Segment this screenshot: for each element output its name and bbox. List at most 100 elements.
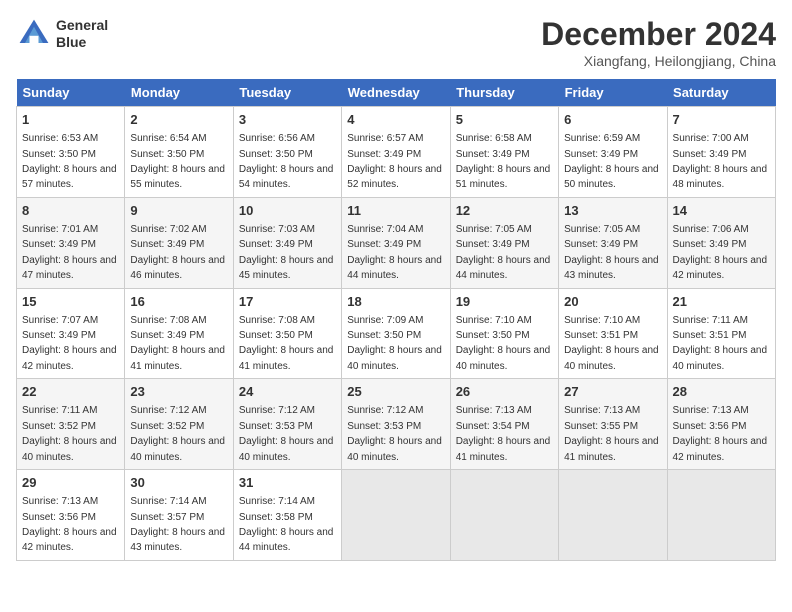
day-number: 1 (22, 111, 119, 129)
day-info: Sunrise: 7:02 AM Sunset: 3:49 PM Dayligh… (130, 224, 225, 281)
title-block: December 2024 Xiangfang, Heilongjiang, C… (541, 16, 776, 69)
logo-text: General Blue (56, 17, 108, 51)
day-info: Sunrise: 7:04 AM Sunset: 3:49 PM Dayligh… (347, 224, 442, 281)
day-number: 11 (347, 202, 444, 220)
day-number: 27 (564, 383, 661, 401)
day-info: Sunrise: 6:58 AM Sunset: 3:49 PM Dayligh… (456, 133, 551, 190)
day-number: 17 (239, 293, 336, 311)
day-info: Sunrise: 7:08 AM Sunset: 3:49 PM Dayligh… (130, 315, 225, 372)
day-info: Sunrise: 7:10 AM Sunset: 3:50 PM Dayligh… (456, 315, 551, 372)
logo: General Blue (16, 16, 108, 52)
calendar-week-2: 8 Sunrise: 7:01 AM Sunset: 3:49 PM Dayli… (17, 197, 776, 288)
day-number: 15 (22, 293, 119, 311)
calendar-cell (450, 470, 558, 561)
day-info: Sunrise: 7:14 AM Sunset: 3:58 PM Dayligh… (239, 496, 334, 553)
location: Xiangfang, Heilongjiang, China (541, 53, 776, 69)
day-number: 29 (22, 474, 119, 492)
day-info: Sunrise: 7:05 AM Sunset: 3:49 PM Dayligh… (564, 224, 659, 281)
day-number: 16 (130, 293, 227, 311)
day-number: 22 (22, 383, 119, 401)
weekday-header-sunday: Sunday (17, 79, 125, 107)
day-number: 13 (564, 202, 661, 220)
day-info: Sunrise: 7:08 AM Sunset: 3:50 PM Dayligh… (239, 315, 334, 372)
calendar-cell: 28 Sunrise: 7:13 AM Sunset: 3:56 PM Dayl… (667, 379, 775, 470)
calendar-cell: 1 Sunrise: 6:53 AM Sunset: 3:50 PM Dayli… (17, 107, 125, 198)
calendar-table: SundayMondayTuesdayWednesdayThursdayFrid… (16, 79, 776, 561)
day-info: Sunrise: 7:01 AM Sunset: 3:49 PM Dayligh… (22, 224, 117, 281)
day-info: Sunrise: 7:06 AM Sunset: 3:49 PM Dayligh… (673, 224, 768, 281)
day-info: Sunrise: 6:57 AM Sunset: 3:49 PM Dayligh… (347, 133, 442, 190)
calendar-cell: 29 Sunrise: 7:13 AM Sunset: 3:56 PM Dayl… (17, 470, 125, 561)
calendar-cell: 26 Sunrise: 7:13 AM Sunset: 3:54 PM Dayl… (450, 379, 558, 470)
calendar-cell: 2 Sunrise: 6:54 AM Sunset: 3:50 PM Dayli… (125, 107, 233, 198)
day-number: 21 (673, 293, 770, 311)
day-number: 7 (673, 111, 770, 129)
calendar-cell: 11 Sunrise: 7:04 AM Sunset: 3:49 PM Dayl… (342, 197, 450, 288)
calendar-cell (667, 470, 775, 561)
day-info: Sunrise: 7:13 AM Sunset: 3:56 PM Dayligh… (673, 405, 768, 462)
calendar-cell: 4 Sunrise: 6:57 AM Sunset: 3:49 PM Dayli… (342, 107, 450, 198)
day-number: 5 (456, 111, 553, 129)
calendar-cell: 22 Sunrise: 7:11 AM Sunset: 3:52 PM Dayl… (17, 379, 125, 470)
calendar-cell: 14 Sunrise: 7:06 AM Sunset: 3:49 PM Dayl… (667, 197, 775, 288)
calendar-cell: 18 Sunrise: 7:09 AM Sunset: 3:50 PM Dayl… (342, 288, 450, 379)
calendar-cell: 13 Sunrise: 7:05 AM Sunset: 3:49 PM Dayl… (559, 197, 667, 288)
day-number: 3 (239, 111, 336, 129)
day-info: Sunrise: 7:11 AM Sunset: 3:51 PM Dayligh… (673, 315, 768, 372)
calendar-cell: 12 Sunrise: 7:05 AM Sunset: 3:49 PM Dayl… (450, 197, 558, 288)
day-info: Sunrise: 6:54 AM Sunset: 3:50 PM Dayligh… (130, 133, 225, 190)
day-number: 23 (130, 383, 227, 401)
calendar-week-3: 15 Sunrise: 7:07 AM Sunset: 3:49 PM Dayl… (17, 288, 776, 379)
day-number: 2 (130, 111, 227, 129)
calendar-cell: 16 Sunrise: 7:08 AM Sunset: 3:49 PM Dayl… (125, 288, 233, 379)
day-info: Sunrise: 7:05 AM Sunset: 3:49 PM Dayligh… (456, 224, 551, 281)
day-number: 9 (130, 202, 227, 220)
day-number: 26 (456, 383, 553, 401)
calendar-cell: 9 Sunrise: 7:02 AM Sunset: 3:49 PM Dayli… (125, 197, 233, 288)
day-number: 10 (239, 202, 336, 220)
calendar-cell: 17 Sunrise: 7:08 AM Sunset: 3:50 PM Dayl… (233, 288, 341, 379)
calendar-cell: 30 Sunrise: 7:14 AM Sunset: 3:57 PM Dayl… (125, 470, 233, 561)
day-info: Sunrise: 7:11 AM Sunset: 3:52 PM Dayligh… (22, 405, 117, 462)
day-info: Sunrise: 7:12 AM Sunset: 3:53 PM Dayligh… (347, 405, 442, 462)
logo-icon (16, 16, 52, 52)
day-number: 18 (347, 293, 444, 311)
weekday-header-tuesday: Tuesday (233, 79, 341, 107)
day-info: Sunrise: 7:13 AM Sunset: 3:54 PM Dayligh… (456, 405, 551, 462)
weekday-header-friday: Friday (559, 79, 667, 107)
weekday-header-thursday: Thursday (450, 79, 558, 107)
day-info: Sunrise: 7:10 AM Sunset: 3:51 PM Dayligh… (564, 315, 659, 372)
day-info: Sunrise: 7:00 AM Sunset: 3:49 PM Dayligh… (673, 133, 768, 190)
day-number: 28 (673, 383, 770, 401)
day-number: 24 (239, 383, 336, 401)
day-info: Sunrise: 6:53 AM Sunset: 3:50 PM Dayligh… (22, 133, 117, 190)
day-info: Sunrise: 7:12 AM Sunset: 3:53 PM Dayligh… (239, 405, 334, 462)
calendar-cell: 20 Sunrise: 7:10 AM Sunset: 3:51 PM Dayl… (559, 288, 667, 379)
calendar-cell (342, 470, 450, 561)
day-info: Sunrise: 7:07 AM Sunset: 3:49 PM Dayligh… (22, 315, 117, 372)
weekday-header-monday: Monday (125, 79, 233, 107)
day-number: 14 (673, 202, 770, 220)
calendar-cell: 15 Sunrise: 7:07 AM Sunset: 3:49 PM Dayl… (17, 288, 125, 379)
calendar-cell: 31 Sunrise: 7:14 AM Sunset: 3:58 PM Dayl… (233, 470, 341, 561)
calendar-cell: 24 Sunrise: 7:12 AM Sunset: 3:53 PM Dayl… (233, 379, 341, 470)
calendar-cell: 23 Sunrise: 7:12 AM Sunset: 3:52 PM Dayl… (125, 379, 233, 470)
calendar-cell: 8 Sunrise: 7:01 AM Sunset: 3:49 PM Dayli… (17, 197, 125, 288)
day-number: 6 (564, 111, 661, 129)
calendar-week-1: 1 Sunrise: 6:53 AM Sunset: 3:50 PM Dayli… (17, 107, 776, 198)
day-info: Sunrise: 7:13 AM Sunset: 3:55 PM Dayligh… (564, 405, 659, 462)
calendar-cell: 27 Sunrise: 7:13 AM Sunset: 3:55 PM Dayl… (559, 379, 667, 470)
calendar-cell: 6 Sunrise: 6:59 AM Sunset: 3:49 PM Dayli… (559, 107, 667, 198)
day-number: 4 (347, 111, 444, 129)
month-year: December 2024 (541, 16, 776, 53)
day-info: Sunrise: 6:59 AM Sunset: 3:49 PM Dayligh… (564, 133, 659, 190)
day-info: Sunrise: 7:03 AM Sunset: 3:49 PM Dayligh… (239, 224, 334, 281)
day-number: 30 (130, 474, 227, 492)
calendar-cell (559, 470, 667, 561)
weekday-header-saturday: Saturday (667, 79, 775, 107)
day-info: Sunrise: 6:56 AM Sunset: 3:50 PM Dayligh… (239, 133, 334, 190)
calendar-cell: 21 Sunrise: 7:11 AM Sunset: 3:51 PM Dayl… (667, 288, 775, 379)
calendar-cell: 25 Sunrise: 7:12 AM Sunset: 3:53 PM Dayl… (342, 379, 450, 470)
calendar-cell: 5 Sunrise: 6:58 AM Sunset: 3:49 PM Dayli… (450, 107, 558, 198)
calendar-week-5: 29 Sunrise: 7:13 AM Sunset: 3:56 PM Dayl… (17, 470, 776, 561)
